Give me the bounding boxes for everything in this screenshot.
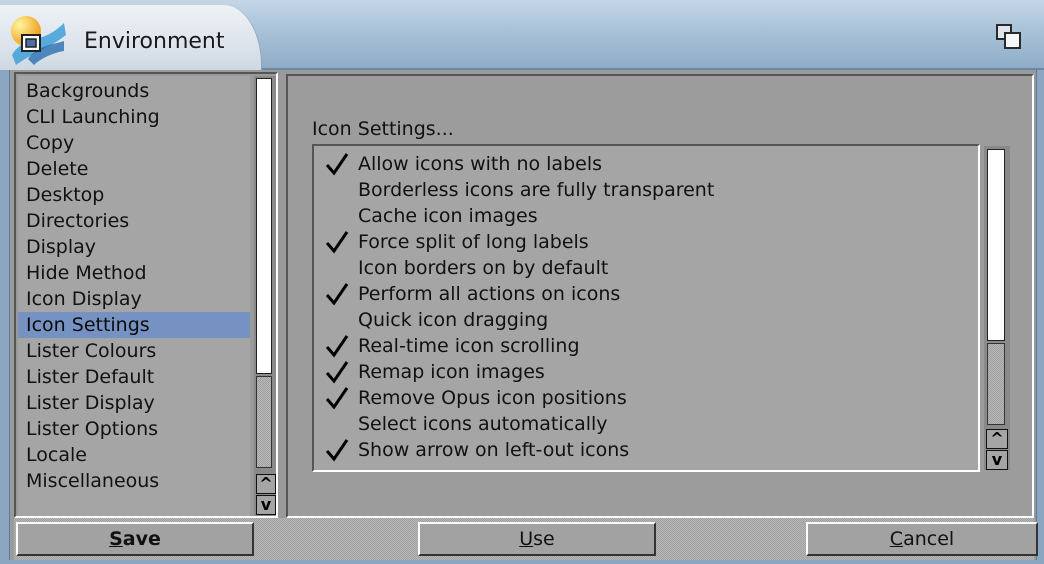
section-label: Icon Settings...	[312, 118, 454, 140]
category-item-display[interactable]: Display	[18, 234, 250, 260]
category-item-delete[interactable]: Delete	[18, 156, 250, 182]
category-item-icon-display[interactable]: Icon Display	[18, 286, 250, 312]
scroll-up-arrow-icon: ^	[990, 429, 1004, 448]
checkmark-icon	[325, 335, 349, 358]
category-item-icon-settings[interactable]: Icon Settings	[18, 312, 250, 338]
category-scrollbar-lower-track[interactable]	[256, 376, 272, 468]
window-title: Environment	[84, 29, 225, 54]
category-item-directories[interactable]: Directories	[18, 208, 250, 234]
app-icon[interactable]	[8, 15, 68, 67]
window-frame-right[interactable]	[1036, 70, 1044, 564]
category-item-lister-options[interactable]: Lister Options	[18, 416, 250, 442]
category-item-lister-colours[interactable]: Lister Colours	[18, 338, 250, 364]
category-item-desktop[interactable]: Desktop	[18, 182, 250, 208]
category-item-miscellaneous[interactable]: Miscellaneous	[18, 468, 250, 494]
checkmark-icon	[325, 439, 349, 462]
scroll-down-arrow-icon: v	[991, 450, 1003, 469]
checkmark-icon	[325, 283, 349, 306]
category-item-lister-display[interactable]: Lister Display	[18, 390, 250, 416]
category-list[interactable]: Backgrounds CLI Launching Copy Delete De…	[18, 76, 250, 516]
category-item-copy[interactable]: Copy	[18, 130, 250, 156]
window-frame-left	[0, 70, 10, 564]
checkmark-icon	[325, 231, 349, 254]
category-item-cli-launching[interactable]: CLI Launching	[18, 104, 250, 130]
cancel-button[interactable]: Cancel	[806, 522, 1038, 556]
options-scrollbar-knob[interactable]	[987, 149, 1005, 341]
save-button[interactable]: Save	[16, 522, 254, 556]
depth-gadget-icon[interactable]	[996, 24, 1022, 50]
category-scroll-up-button[interactable]: ^	[256, 474, 276, 494]
category-item-locale[interactable]: Locale	[18, 442, 250, 468]
scroll-down-arrow-icon: v	[260, 495, 272, 514]
window-frame-bottom	[0, 560, 1044, 564]
checkmark-icon	[325, 153, 349, 176]
options-scrollbar-lower-track[interactable]	[987, 343, 1005, 425]
category-item-backgrounds[interactable]: Backgrounds	[18, 78, 250, 104]
category-scrollbar-knob[interactable]	[256, 78, 272, 374]
use-button[interactable]: Use	[418, 522, 656, 556]
options-scrollbar[interactable]	[984, 146, 1010, 470]
title-tab: Environment	[0, 5, 262, 70]
options-scroll-up-button[interactable]: ^	[986, 429, 1008, 449]
title-bar[interactable]: Environment	[0, 0, 1044, 70]
category-item-lister-default[interactable]: Lister Default	[18, 364, 250, 390]
options-scroll-down-button[interactable]: v	[986, 450, 1008, 470]
checkmark-icon	[325, 387, 349, 410]
category-item-hide-method[interactable]: Hide Method	[18, 260, 250, 286]
category-scroll-down-button[interactable]: v	[256, 495, 276, 515]
scroll-up-arrow-icon: ^	[259, 474, 273, 493]
category-scrollbar[interactable]	[254, 76, 276, 516]
checkmark-icon	[325, 361, 349, 384]
